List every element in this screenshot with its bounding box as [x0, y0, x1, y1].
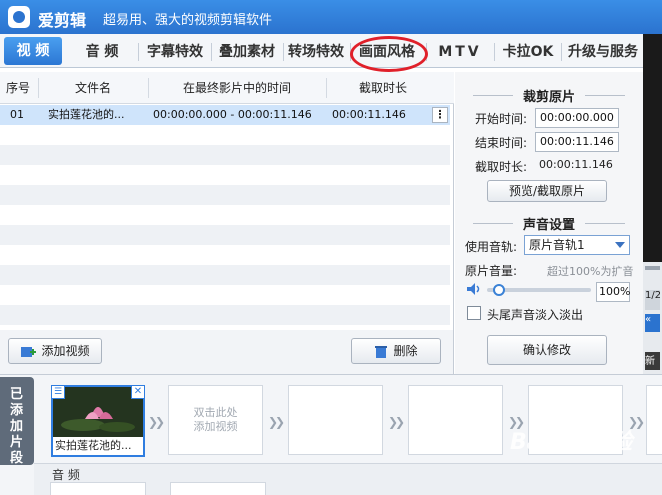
volume-hint: 超过100%为扩音	[547, 265, 634, 278]
trash-icon	[375, 345, 388, 358]
table-header: 序号 文件名 在最终影片中的时间 截取时长	[0, 72, 454, 104]
column-header-time[interactable]: 在最终影片中的时间	[150, 72, 324, 104]
tab-upgrade-service[interactable]: 升级与服务	[564, 38, 642, 66]
table-row-empty	[0, 125, 450, 145]
highlight-circle	[350, 36, 428, 72]
audio-track-select[interactable]: 原片音轨1	[524, 235, 630, 255]
audio-slot[interactable]	[50, 482, 146, 495]
confirm-changes-button[interactable]: 确认修改	[487, 335, 607, 365]
volume-slider-knob[interactable]	[493, 284, 506, 296]
table-row-empty	[0, 245, 450, 265]
timeline-clip-thumbnail[interactable]: ☰ ✕ 实拍莲花池的...	[51, 385, 145, 457]
audio-track-label: 使用音轨:	[465, 240, 518, 254]
clip-info-icon[interactable]: ☰	[51, 385, 65, 399]
add-video-button[interactable]: 添加视频	[8, 338, 102, 364]
table-row-empty	[0, 305, 450, 325]
audio-track-value: 原片音轨1	[529, 238, 585, 252]
tab-overlay-materials[interactable]: 叠加素材	[214, 38, 280, 66]
audio-track-row: 音 频	[34, 463, 662, 495]
table-row-empty	[0, 145, 450, 165]
clip-table: 序号 文件名 在最终影片中的时间 截取时长 01 实拍莲花池的... 00:00…	[0, 72, 454, 330]
empty-timeline-slot[interactable]: 双击此处 添加视频	[168, 385, 263, 455]
empty-timeline-slot[interactable]	[408, 385, 503, 455]
chevron-down-icon	[615, 242, 625, 248]
timeline-clip-label: 实拍莲花池的...	[53, 437, 143, 455]
table-row-empty	[0, 225, 450, 245]
start-time-field[interactable]: 00:00:00.000	[535, 108, 619, 128]
row-filename: 实拍莲花池的...	[48, 108, 125, 121]
table-row-empty	[0, 205, 450, 225]
fade-checkbox[interactable]	[467, 306, 481, 320]
preview-progress-bar[interactable]	[645, 266, 660, 270]
added-clips-side-tab[interactable]: 已 添 加 片 段	[0, 377, 34, 466]
lotus-thumbnail-image	[53, 387, 143, 437]
empty-timeline-slot[interactable]	[288, 385, 383, 455]
volume-value-field[interactable]: 100%	[596, 282, 630, 302]
add-video-label: 添加视频	[41, 344, 90, 358]
row-menu-icon[interactable]: ⋮	[432, 107, 448, 123]
table-row[interactable]: 01 实拍莲花池的... 00:00:00.000 - 00:00:11.146…	[0, 105, 450, 125]
tab-transition-effects[interactable]: 转场特效	[286, 38, 346, 66]
tab-video[interactable]: 视 频	[4, 37, 62, 65]
clip-table-footer: 添加视频 删除	[0, 330, 454, 374]
audio-section-title: 声音设置	[455, 214, 643, 233]
delete-label: 删除	[393, 344, 418, 358]
empty-timeline-slot[interactable]	[646, 385, 662, 455]
chevron-right-icon: ❯❯	[268, 415, 285, 429]
tab-subtitle-effects[interactable]: 字幕特效	[142, 38, 208, 66]
end-time-label: 结束时间:	[475, 136, 528, 150]
tab-karaoke[interactable]: 卡拉OK	[498, 38, 558, 66]
close-icon[interactable]: ✕	[131, 385, 145, 399]
main-tab-bar: 视 频 音 频 字幕特效 叠加素材 转场特效 画面风格 MTV 卡拉OK 升级与…	[0, 34, 662, 68]
preview-controls: 1/2 « 新	[643, 262, 662, 374]
chevron-right-icon: ❯❯	[388, 415, 405, 429]
app-slogan: 超易用、强大的视频剪辑软件	[103, 13, 273, 28]
speaker-icon[interactable]	[465, 282, 483, 296]
clip-section-title: 裁剪原片	[455, 86, 643, 105]
duration-value: 00:00:11.146	[539, 158, 613, 171]
duration-label: 截取时长:	[475, 160, 528, 174]
start-time-label: 开始时间:	[475, 112, 528, 126]
chevron-right-icon: ❯❯	[148, 415, 165, 429]
table-row-empty	[0, 165, 450, 185]
tab-audio[interactable]: 音 频	[70, 38, 134, 66]
fade-label: 头尾声音淡入淡出	[487, 308, 584, 322]
app-name: 爱剪辑	[38, 11, 87, 30]
volume-label: 原片音量:	[465, 264, 518, 278]
table-row-empty	[0, 185, 450, 205]
new-button[interactable]: 新	[645, 352, 660, 370]
add-video-icon	[21, 346, 37, 357]
preview-clip-button[interactable]: 预览/截取原片	[487, 180, 607, 202]
rewind-icon[interactable]: «	[645, 314, 660, 332]
column-header-index[interactable]: 序号	[0, 72, 36, 104]
row-duration: 00:00:11.146	[332, 108, 406, 121]
delete-button[interactable]: 删除	[351, 338, 441, 364]
audio-slot[interactable]	[170, 482, 266, 495]
watermark: Baidu 经验	[510, 430, 633, 455]
row-index: 01	[10, 108, 24, 121]
table-row-empty	[0, 265, 450, 285]
row-time-range: 00:00:00.000 - 00:00:11.146	[153, 108, 312, 121]
end-time-field[interactable]: 00:00:11.146	[535, 132, 619, 152]
column-header-filename[interactable]: 文件名	[40, 72, 146, 104]
title-bar: 爱剪辑 超易用、强大的视频剪辑软件	[0, 0, 662, 34]
column-header-duration[interactable]: 截取时长	[328, 72, 438, 104]
page-counter: 1/2	[645, 290, 660, 310]
audio-track-label-timeline: 音 频	[52, 468, 80, 482]
settings-panel: 裁剪原片 开始时间: 00:00:00.000 结束时间: 00:00:11.1…	[455, 72, 643, 374]
table-row-empty	[0, 285, 450, 305]
app-logo-icon	[8, 6, 30, 28]
tab-mtv[interactable]: MTV	[430, 38, 490, 66]
empty-slot-hint: 双击此处 添加视频	[193, 406, 238, 433]
